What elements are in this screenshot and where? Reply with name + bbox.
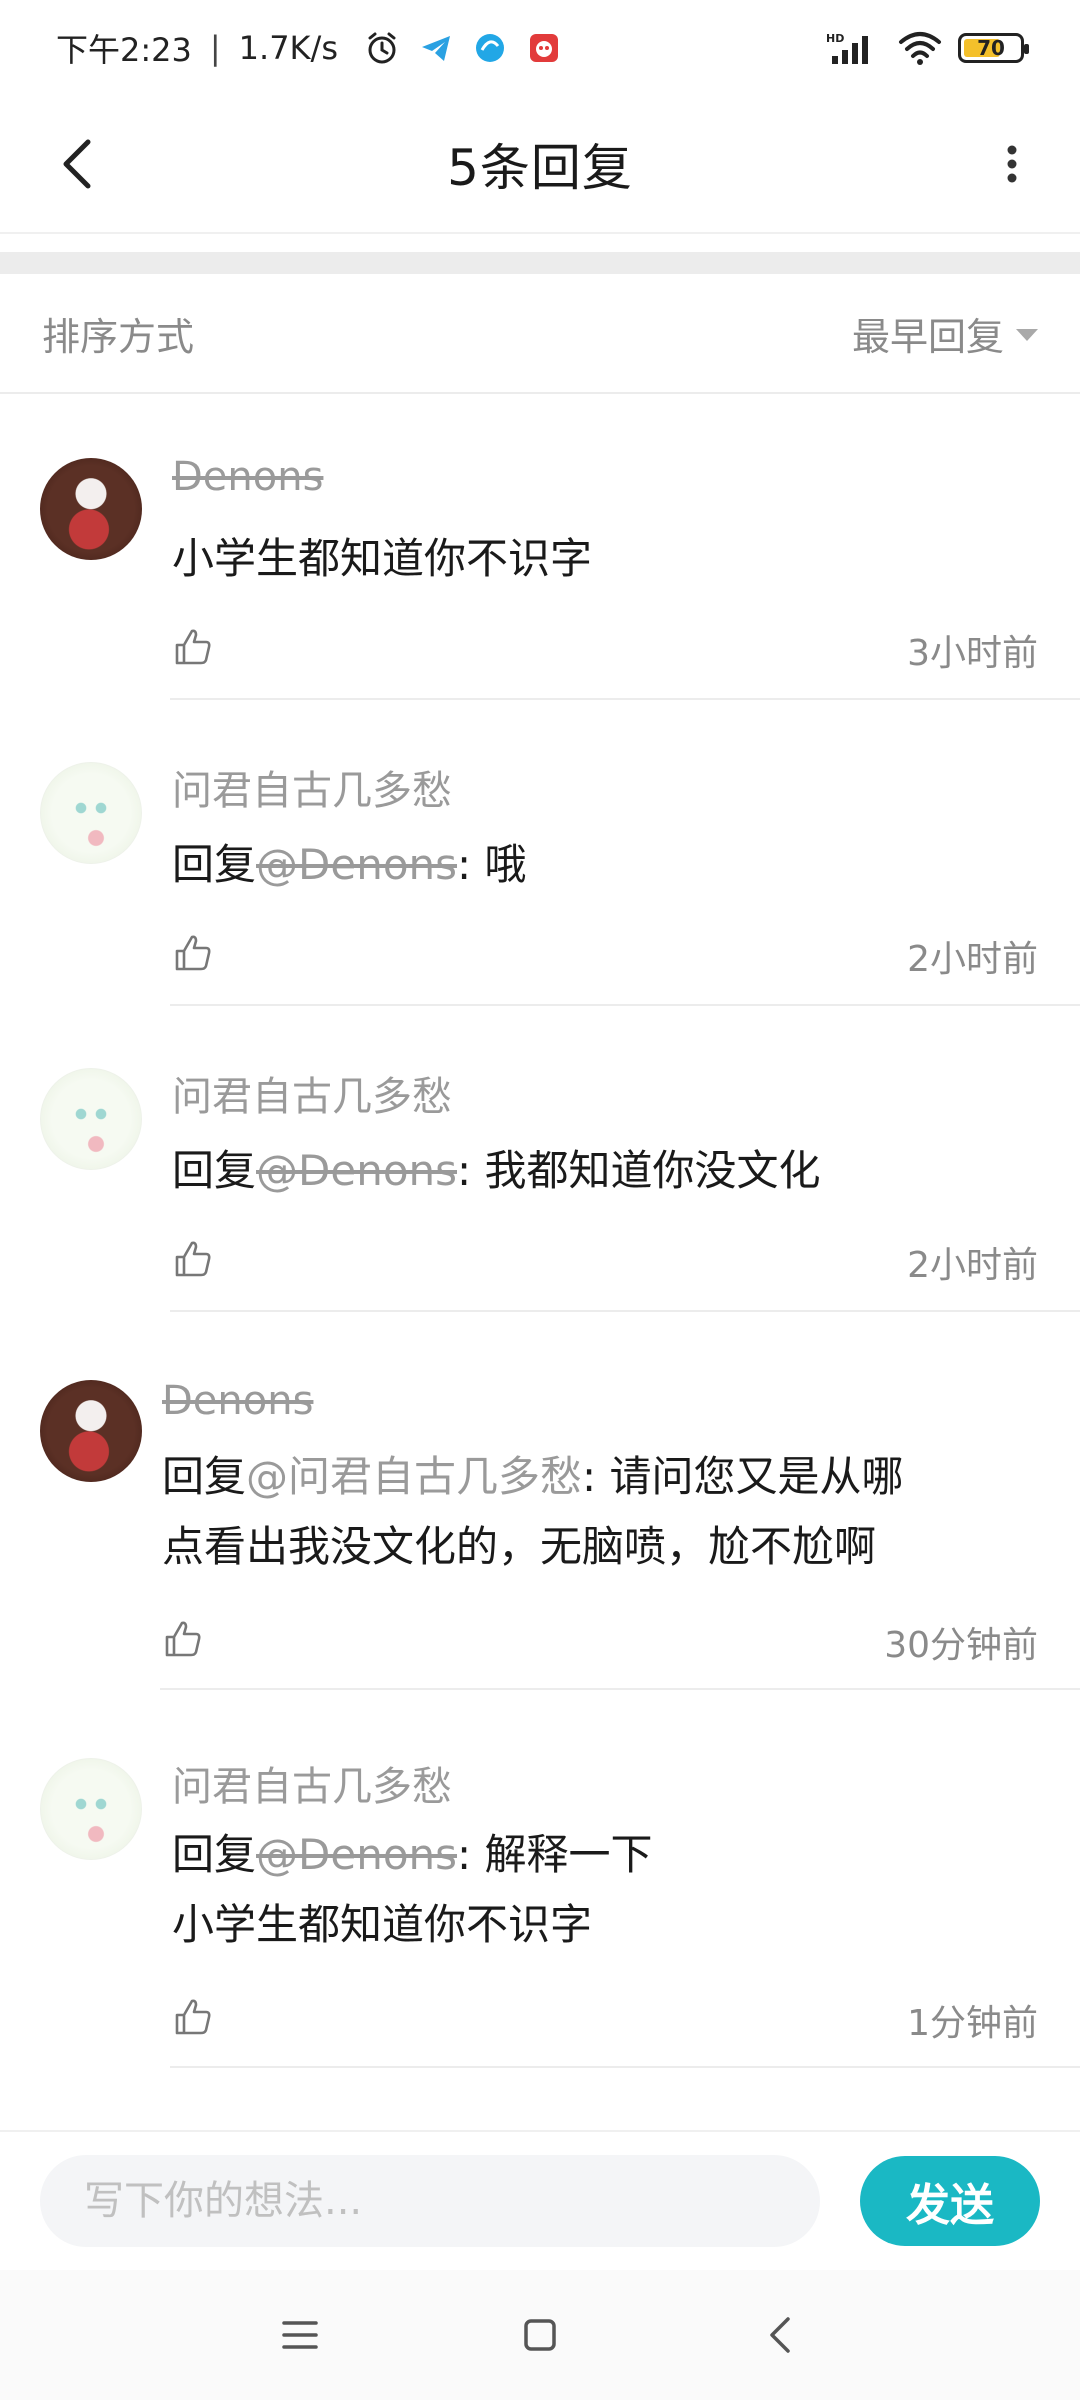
reply-prefix: 回复: [162, 1452, 247, 1501]
reply-item: Denons 小学生都知道你不识字 3小时前: [0, 394, 1080, 700]
avatar[interactable]: [40, 458, 142, 560]
app-icon: [475, 34, 504, 62]
more-options-button[interactable]: [974, 126, 1050, 202]
reply-content: 回复@Denons: 解释一下 小学生都知道你不识字: [172, 1820, 653, 1960]
comment-input[interactable]: [40, 2155, 820, 2247]
app-header: 5条回复: [0, 96, 1080, 234]
reply-content: 回复@Denons: 哦: [172, 830, 527, 900]
reply-content: 小学生都知道你不识字: [172, 524, 592, 594]
reply-divider: [170, 2066, 1080, 2068]
reply-item: 问君自古几多愁 回复@Denons: 我都知道你没文化 2小时前: [0, 1006, 1080, 1312]
reply-text-line-2: 点看出我没文化的，无脑喷，尬不尬啊: [162, 1522, 877, 1571]
send-button[interactable]: 发送: [860, 2156, 1040, 2246]
avatar[interactable]: [40, 1758, 142, 1860]
like-button[interactable]: [168, 928, 218, 978]
avatar[interactable]: [40, 1380, 142, 1482]
like-button[interactable]: [168, 1234, 218, 1284]
status-left: 下午2:23 | 1.7K/s: [56, 25, 562, 71]
reply-prefix: 回复: [172, 1830, 257, 1879]
hd-signal-icon: HD: [826, 32, 868, 64]
nav-back-button[interactable]: [740, 2295, 820, 2375]
reply-author[interactable]: Denons: [162, 1378, 313, 1424]
home-icon: [524, 2319, 556, 2351]
wifi-icon: [899, 32, 941, 65]
status-net-speed: 1.7K/s: [238, 29, 338, 67]
reply-time: 2小时前: [907, 1245, 1038, 1286]
status-app-icons: [364, 30, 562, 66]
thumbs-up-icon: [175, 935, 211, 971]
reply-author[interactable]: 问君自古几多愁: [172, 758, 452, 816]
reply-time: 3小时前: [907, 633, 1038, 674]
svg-text:HD: HD: [826, 32, 844, 45]
reply-prefix: 回复: [172, 840, 257, 889]
system-nav-bar: [0, 2270, 1080, 2400]
page-title: 5条回复: [447, 139, 633, 197]
comment-composer: 发送: [0, 2130, 1080, 2270]
battery-icon: 70: [958, 33, 1029, 63]
reply-author[interactable]: Denons: [172, 454, 323, 500]
reply-prefix: 回复: [172, 1146, 257, 1195]
chevron-left-icon: [63, 139, 91, 189]
reply-time: 2小时前: [907, 939, 1038, 980]
reply-text: : 哦: [457, 840, 527, 889]
avatar[interactable]: [40, 1068, 142, 1170]
battery-level: 70: [977, 36, 1005, 60]
reply-content: 回复@Denons: 我都知道你没文化: [172, 1136, 821, 1206]
like-button[interactable]: [168, 622, 218, 672]
back-icon: [770, 2317, 790, 2353]
reply-text: : 我都知道你没文化: [457, 1146, 821, 1195]
app-icon-red: [529, 34, 558, 62]
caret-down-icon: [1016, 329, 1038, 341]
reply-text: : 请问您又是从哪: [582, 1452, 904, 1501]
reply-author[interactable]: 问君自古几多愁: [172, 1754, 452, 1812]
reply-text: 小学生都知道你不识字: [172, 534, 593, 583]
thumbs-up-icon: [165, 1621, 201, 1657]
more-vertical-icon: [1007, 145, 1017, 183]
status-bar: 下午2:23 | 1.7K/s HD 70: [0, 0, 1080, 96]
reply-line-1: 回复@问君自古几多愁: 请问您又是从哪: [162, 1442, 904, 1512]
avatar[interactable]: [40, 762, 142, 864]
like-button[interactable]: [158, 1614, 208, 1664]
alarm-icon: [368, 32, 396, 64]
sort-dropdown[interactable]: 最早回复: [852, 306, 1038, 361]
sort-bar: 排序方式 最早回复: [0, 274, 1080, 394]
nav-home-button[interactable]: [500, 2295, 580, 2375]
nav-menu-button[interactable]: [260, 2295, 340, 2375]
status-time: 下午2:23: [56, 31, 192, 69]
reply-mention[interactable]: @Denons: [256, 1830, 457, 1879]
reply-item: 问君自古几多愁 回复@Denons: 哦 2小时前: [0, 700, 1080, 1006]
reply-list: Denons 小学生都知道你不识字 3小时前 问君自古几多愁 回复@Denons…: [0, 394, 1080, 2070]
status-separator: |: [209, 29, 221, 67]
reply-mention[interactable]: @问君自古几多愁: [246, 1452, 582, 1501]
reply-text-line-2: 小学生都知道你不识字: [172, 1900, 593, 1949]
reply-time: 1分钟前: [907, 2003, 1038, 2044]
thumbs-up-icon: [175, 1999, 211, 2035]
reply-text: : 解释一下: [457, 1830, 653, 1879]
like-button[interactable]: [168, 1992, 218, 2042]
thumbs-up-icon: [175, 629, 211, 665]
sort-selected-value: 最早回复: [851, 314, 1004, 359]
reply-mention[interactable]: @Denons: [256, 840, 457, 889]
reply-item: 问君自古几多愁 回复@Denons: 解释一下 小学生都知道你不识字 1分钟前: [0, 1690, 1080, 2070]
section-divider: [0, 252, 1080, 274]
status-right: HD 70: [826, 30, 1029, 66]
reply-content: 回复@问君自古几多愁: 请问您又是从哪 点看出我没文化的，无脑喷，尬不尬啊: [162, 1442, 904, 1582]
back-button[interactable]: [40, 126, 116, 202]
telegram-icon: [421, 36, 450, 61]
thumbs-up-icon: [175, 1241, 211, 1277]
reply-item: Denons 回复@问君自古几多愁: 请问您又是从哪 点看出我没文化的，无脑喷，…: [0, 1312, 1080, 1690]
menu-icon: [282, 2321, 318, 2349]
sort-label: 排序方式: [42, 314, 195, 359]
reply-time: 30分钟前: [884, 1625, 1038, 1666]
reply-line-1: 回复@Denons: 解释一下: [172, 1820, 653, 1890]
reply-author[interactable]: 问君自古几多愁: [172, 1064, 452, 1122]
reply-mention[interactable]: @Denons: [256, 1146, 457, 1195]
